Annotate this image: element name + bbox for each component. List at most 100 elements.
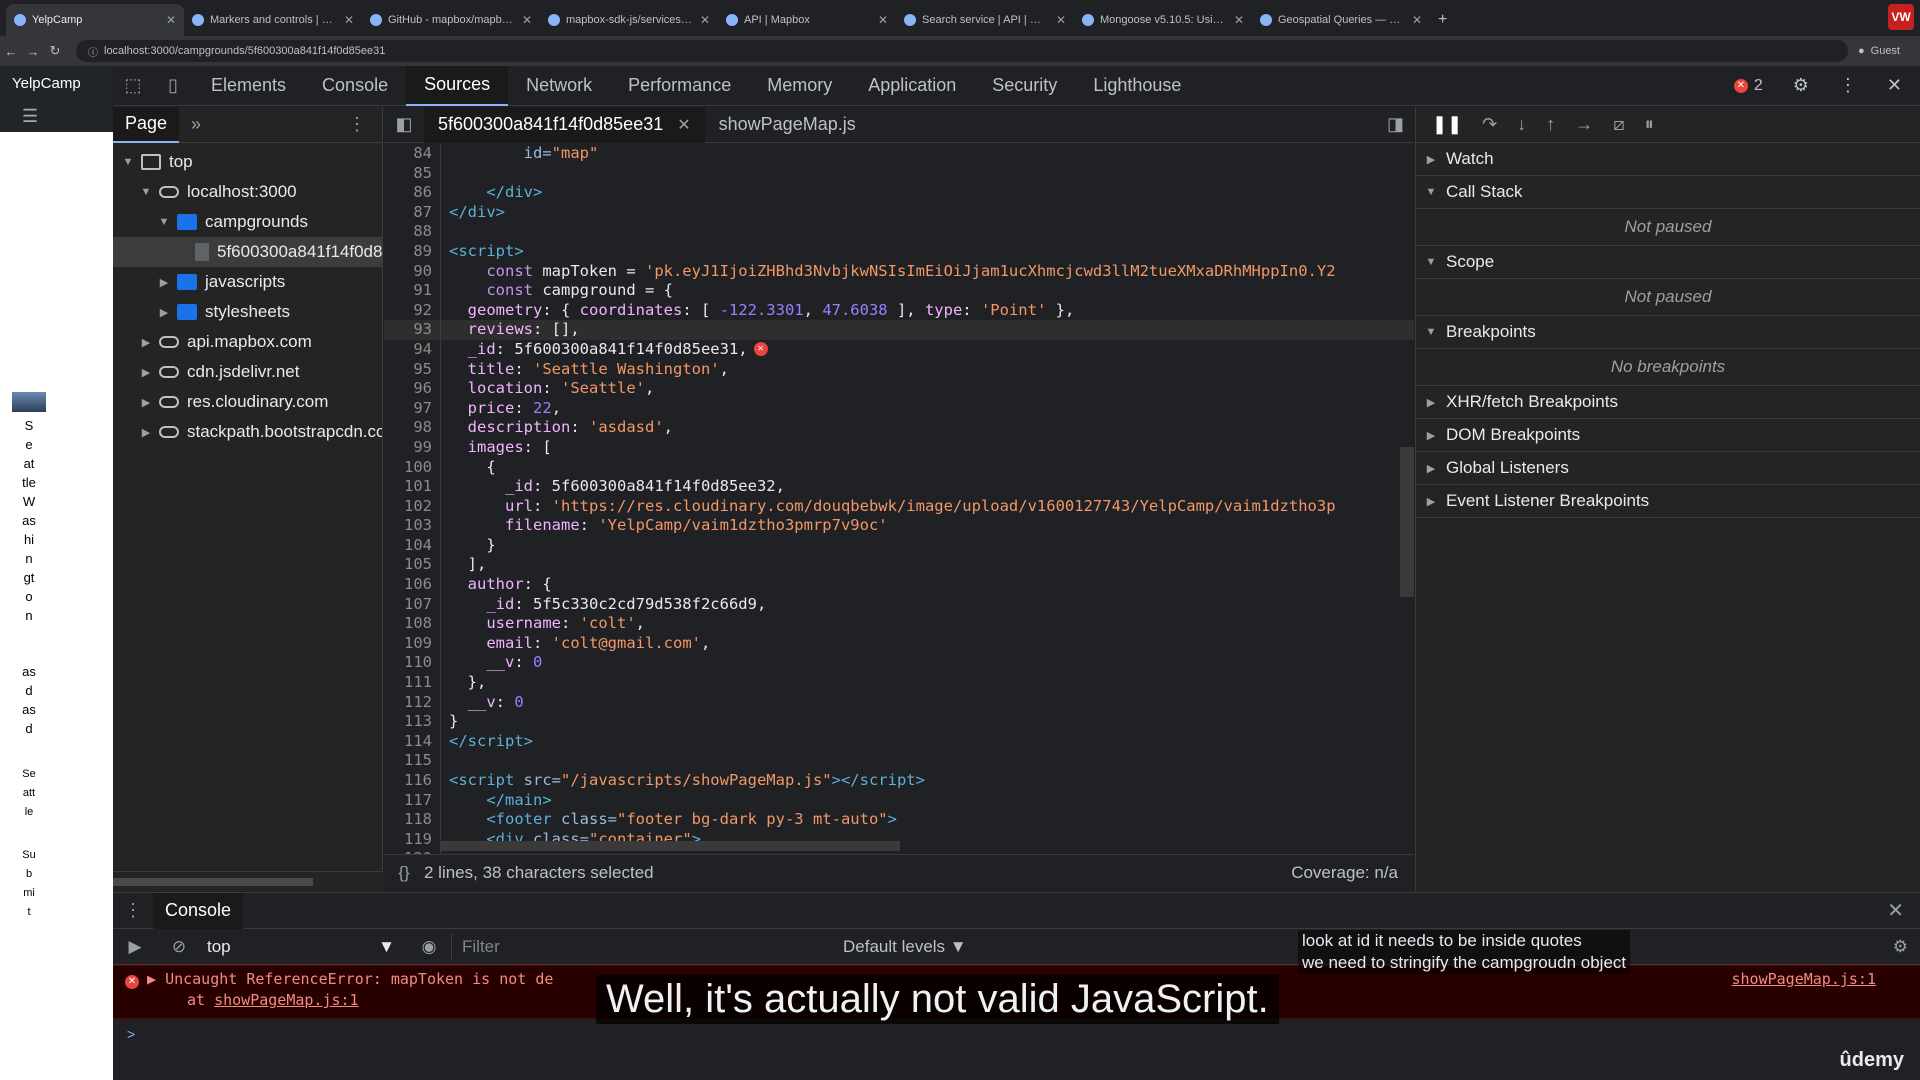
browser-tab[interactable]: API | Mapbox ✕ bbox=[718, 4, 896, 36]
code-line[interactable]: 106 author: { bbox=[384, 575, 1414, 595]
code-line[interactable]: 112 __v: 0 bbox=[384, 692, 1414, 713]
line-number[interactable]: 101 bbox=[384, 477, 440, 497]
expand-arrow-icon[interactable]: ▼ bbox=[157, 216, 171, 228]
close-tab-icon[interactable]: ✕ bbox=[1234, 13, 1244, 27]
menu-icon[interactable]: ☰ bbox=[0, 100, 113, 132]
tree-item[interactable]: ▶ stackpath.bootstrapcdn.com bbox=[113, 417, 382, 447]
line-number[interactable]: 115 bbox=[384, 751, 440, 771]
editor-tab[interactable]: 5f600300a841f14f0d85ee31 ✕ bbox=[424, 106, 705, 143]
line-number[interactable]: 113 bbox=[384, 712, 440, 732]
line-number[interactable]: 118 bbox=[384, 810, 440, 830]
line-number[interactable]: 102 bbox=[384, 497, 440, 517]
line-number[interactable]: 84 bbox=[384, 144, 440, 164]
context-selector[interactable]: top ▼ bbox=[207, 937, 407, 957]
tree-item[interactable]: ▶ javascripts bbox=[113, 267, 382, 297]
tab-console[interactable]: Console bbox=[304, 66, 406, 106]
console-settings-icon[interactable]: ⚙ bbox=[1893, 937, 1908, 957]
tree-item[interactable]: ▶ res.cloudinary.com bbox=[113, 387, 382, 417]
url-field[interactable]: ⓘ localhost:3000/campgrounds/5f600300a84… bbox=[76, 40, 1848, 62]
toggle-debugger-icon[interactable]: ◨ bbox=[1387, 114, 1404, 135]
code-line[interactable]: 92 geometry: { coordinates: [ -122.3301,… bbox=[384, 300, 1414, 321]
expand-arrow-icon[interactable]: ▶ bbox=[157, 306, 171, 319]
close-tab-icon[interactable]: ✕ bbox=[878, 13, 888, 27]
editor-tab[interactable]: showPageMap.js bbox=[705, 107, 870, 143]
close-tab-icon[interactable]: ✕ bbox=[677, 115, 690, 135]
code-line[interactable]: 116 <script src="/javascripts/showPageMap… bbox=[384, 771, 1414, 791]
pause-icon[interactable]: ❚❚ bbox=[1432, 114, 1462, 135]
line-number[interactable]: 93 bbox=[384, 320, 440, 340]
more-options-icon[interactable]: ⋮ bbox=[1839, 75, 1857, 96]
expand-arrow-icon[interactable]: ▼ bbox=[121, 156, 135, 168]
code-line[interactable]: 107 _id: 5f5c330c2cd79d538f2c66d9, bbox=[384, 594, 1414, 615]
extension-badge[interactable]: VW bbox=[1888, 4, 1914, 30]
tree-item[interactable]: ▶ api.mapbox.com bbox=[113, 327, 382, 357]
close-tab-icon[interactable]: ✕ bbox=[344, 13, 354, 27]
code-line[interactable]: 100 { bbox=[384, 457, 1414, 478]
line-number[interactable]: 96 bbox=[384, 379, 440, 399]
expand-arrow-icon[interactable]: ▶ bbox=[157, 276, 171, 289]
log-levels-dropdown[interactable]: Default levels ▼ bbox=[843, 937, 967, 957]
browser-tab[interactable]: mapbox-sdk-js/services.md at ✕ bbox=[540, 4, 718, 36]
browser-tab[interactable]: GitHub - mapbox/mapbox-sdk- ✕ bbox=[362, 4, 540, 36]
code-area[interactable]: 84 id="map" 85 86 </div> 87 </div> 88 89 <scrip… bbox=[384, 144, 1414, 854]
navigator-scrollbar[interactable] bbox=[113, 871, 383, 891]
line-number[interactable]: 87 bbox=[384, 203, 440, 223]
deactivate-breakpoints-icon[interactable]: ⧄ bbox=[1613, 114, 1624, 135]
code-line[interactable]: 85 bbox=[384, 163, 1414, 184]
pause-on-exceptions-icon[interactable]: ⏸ bbox=[1645, 114, 1654, 135]
code-line[interactable]: 96 location: 'Seattle', bbox=[384, 379, 1414, 399]
tab-security[interactable]: Security bbox=[974, 66, 1075, 106]
info-icon[interactable]: ⓘ bbox=[88, 44, 98, 59]
code-line[interactable]: 102 url: 'https://res.cloudinary.com/dou… bbox=[384, 496, 1414, 517]
browser-tab[interactable]: YelpCamp ✕ bbox=[6, 4, 184, 36]
forward-icon[interactable]: → bbox=[22, 44, 44, 59]
close-tab-icon[interactable]: ✕ bbox=[1056, 13, 1066, 27]
pretty-print-icon[interactable]: {} bbox=[384, 863, 424, 883]
browser-tab[interactable]: Markers and controls | Mapbox ✕ bbox=[184, 4, 362, 36]
code-line[interactable]: 86 </div> bbox=[384, 183, 1414, 203]
inspect-icon[interactable]: ⬚ bbox=[113, 75, 153, 96]
line-number[interactable]: 112 bbox=[384, 693, 440, 713]
code-line[interactable]: 98 description: 'asdasd', bbox=[384, 418, 1414, 438]
code-line[interactable]: 113} bbox=[384, 712, 1414, 732]
code-line[interactable]: 111 }, bbox=[384, 673, 1414, 693]
line-number[interactable]: 116 bbox=[384, 771, 440, 791]
expand-icon[interactable]: ▶ bbox=[147, 970, 156, 988]
tab-console[interactable]: Console bbox=[153, 892, 244, 929]
browser-tab[interactable]: Mongoose v5.10.5: Using Geo ✕ bbox=[1074, 4, 1252, 36]
close-drawer-icon[interactable]: ✕ bbox=[1887, 898, 1904, 923]
code-line[interactable]: 89 <script> bbox=[384, 241, 1414, 262]
code-line[interactable]: 115 bbox=[384, 751, 1414, 771]
code-line[interactable]: 101 _id: 5f600300a841f14f0d85ee32, bbox=[384, 477, 1414, 497]
code-line[interactable]: 94 _id: 5f600300a841f14f0d85ee31, ✕ bbox=[384, 339, 1414, 360]
tree-item[interactable]: 5f600300a841f14f0d85ee31 bbox=[113, 237, 382, 267]
code-line[interactable]: 91 const campground = { bbox=[384, 281, 1414, 301]
code-line[interactable]: 88 bbox=[384, 222, 1414, 242]
tree-item[interactable]: ▼ top bbox=[113, 147, 382, 177]
code-line[interactable]: 99 images: [ bbox=[384, 437, 1414, 458]
more-tabs-icon[interactable]: » bbox=[191, 114, 201, 135]
step-out-icon[interactable]: ↑ bbox=[1546, 114, 1555, 135]
line-number[interactable]: 106 bbox=[384, 575, 440, 595]
line-number[interactable]: 114 bbox=[384, 732, 440, 752]
editor-vertical-scrollbar[interactable] bbox=[1400, 447, 1414, 597]
expand-arrow-icon[interactable]: ▶ bbox=[139, 396, 153, 409]
error-stack-link[interactable]: showPageMap.js:1 bbox=[214, 991, 359, 1009]
line-number[interactable]: 117 bbox=[384, 791, 440, 811]
new-tab-button[interactable]: + bbox=[1430, 4, 1455, 36]
tab-network[interactable]: Network bbox=[508, 66, 610, 106]
line-number[interactable]: 111 bbox=[384, 673, 440, 693]
tree-item[interactable]: ▶ cdn.jsdelivr.net bbox=[113, 357, 382, 387]
tab-page[interactable]: Page bbox=[113, 106, 180, 143]
site-brand[interactable]: YelpCamp bbox=[0, 66, 113, 100]
tree-item[interactable]: ▶ stylesheets bbox=[113, 297, 382, 327]
line-number[interactable]: 107 bbox=[384, 595, 440, 615]
section-header[interactable]: ▼ Call Stack bbox=[1416, 176, 1920, 208]
error-source-link[interactable]: showPageMap.js:1 bbox=[1732, 970, 1877, 988]
section-header[interactable]: ▶ DOM Breakpoints bbox=[1416, 419, 1920, 451]
code-line[interactable]: 117 </main> bbox=[384, 790, 1414, 811]
expand-arrow-icon[interactable]: ▶ bbox=[139, 366, 153, 379]
editor-horizontal-scrollbar[interactable] bbox=[440, 841, 900, 851]
expand-arrow-icon[interactable]: ▶ bbox=[139, 426, 153, 439]
navigator-menu-icon[interactable]: ⋮ bbox=[348, 114, 366, 135]
